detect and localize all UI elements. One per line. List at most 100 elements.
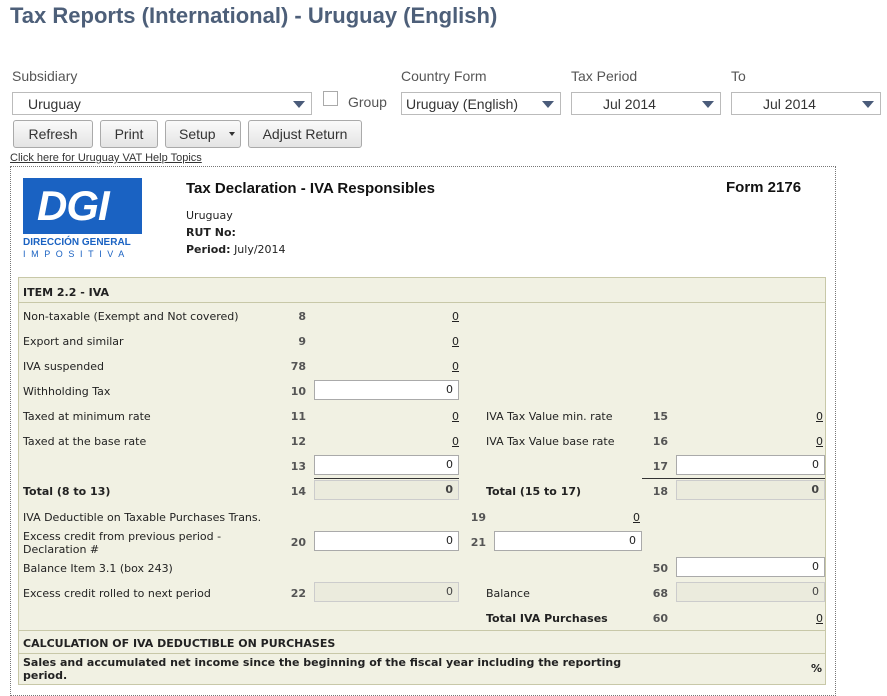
value-link[interactable]: 0: [429, 310, 459, 323]
period-value: July/2014: [234, 243, 286, 256]
box-number: 11: [290, 410, 306, 423]
box-number: 20: [290, 536, 306, 549]
box-number: 50: [652, 562, 668, 575]
box-13-input[interactable]: 0: [314, 455, 459, 475]
percent-sign: %: [811, 662, 823, 675]
row-label: Excess credit from previous period -: [23, 530, 222, 543]
setup-label: Setup: [179, 126, 216, 142]
period-label: Period:: [186, 243, 231, 256]
row-label: Balance Item 3.1 (box 243): [23, 562, 173, 575]
value-link[interactable]: 0: [793, 410, 823, 423]
box-number: 60: [652, 612, 668, 625]
country-form-select[interactable]: Uruguay (English): [401, 92, 561, 115]
chevron-down-icon: [542, 101, 554, 108]
row-label: IVA Tax Value base rate: [486, 435, 615, 448]
refresh-button[interactable]: Refresh: [13, 120, 93, 148]
box-number: 9: [298, 335, 306, 348]
row-label: Total (15 to 17): [486, 485, 582, 498]
row-label: Declaration #: [23, 543, 100, 556]
adjust-return-button[interactable]: Adjust Return: [248, 120, 362, 148]
country-text: Uruguay: [186, 209, 233, 222]
row-label: Non-taxable (Exempt and Not covered): [23, 310, 239, 323]
row-label: Taxed at the base rate: [23, 435, 147, 448]
row-label: IVA Deductible on Taxable Purchases Tran…: [23, 511, 262, 524]
logo-line1: DIRECCIÓN GENERAL: [23, 237, 131, 248]
value-link[interactable]: 0: [429, 335, 459, 348]
box-number: 22: [290, 587, 306, 600]
form-number: Form 2176: [726, 179, 802, 196]
row-label: Total IVA Purchases: [486, 612, 608, 625]
print-button[interactable]: Print: [100, 120, 158, 148]
row-label: IVA Tax Value min. rate: [486, 410, 613, 423]
row-label: Taxed at minimum rate: [23, 410, 151, 423]
value-link[interactable]: 0: [793, 612, 823, 625]
subsidiary-select[interactable]: Uruguay: [12, 92, 312, 115]
declaration-title: Tax Declaration - IVA Responsibles: [186, 180, 435, 197]
box-number: 10: [290, 385, 306, 398]
section-divider: [19, 302, 825, 303]
box-number: 78: [290, 360, 306, 373]
section-heading: ITEM 2.2 - IVA: [23, 286, 109, 299]
section-divider: [19, 630, 825, 631]
country-form-value: Uruguay (English): [406, 96, 519, 112]
group-checkbox[interactable]: [323, 91, 338, 106]
box-17-input[interactable]: 0: [676, 455, 825, 475]
subsidiary-value: Uruguay: [28, 96, 81, 112]
row-label: period.: [23, 669, 68, 682]
box-number: 12: [290, 435, 306, 448]
total-rule: [314, 478, 459, 479]
group-label: Group: [348, 94, 387, 110]
rolled-credit-value: 0: [314, 582, 459, 602]
total-18-value: 0: [676, 480, 825, 500]
balance-value: 0: [676, 582, 825, 602]
box-number: 14: [290, 485, 306, 498]
box-21-input[interactable]: 0: [494, 531, 642, 551]
box-number: 21: [470, 536, 486, 549]
row-label: Sales and accumulated net income since t…: [23, 656, 622, 669]
chevron-down-icon: [862, 101, 874, 108]
row-label: Balance: [486, 587, 530, 600]
tax-period-value: Jul 2014: [603, 96, 656, 112]
row-label: Total (8 to 13): [23, 485, 111, 498]
to-label: To: [731, 68, 746, 84]
section-heading: CALCULATION OF IVA DEDUCTIBLE ON PURCHAS…: [23, 637, 336, 650]
row-label: Excess credit rolled to next period: [23, 587, 211, 600]
tax-period-label: Tax Period: [571, 68, 638, 84]
value-link[interactable]: 0: [429, 435, 459, 448]
box-number: 16: [652, 435, 668, 448]
chevron-down-icon: [702, 101, 714, 108]
box-number: 68: [652, 587, 668, 600]
caret-down-icon: [229, 132, 235, 136]
row-label: Withholding Tax: [23, 385, 111, 398]
country-form-label: Country Form: [401, 68, 487, 84]
box-number: 13: [290, 460, 306, 473]
box-number: 17: [652, 460, 668, 473]
section-divider: [19, 653, 825, 654]
tax-period-select[interactable]: Jul 2014: [571, 92, 721, 115]
value-link[interactable]: 0: [429, 360, 459, 373]
excess-credit-input[interactable]: 0: [314, 531, 459, 551]
logo-letters: DGI: [37, 182, 110, 229]
to-period-select[interactable]: Jul 2014: [731, 92, 881, 115]
balance-item-input[interactable]: 0: [676, 557, 825, 577]
page-title: Tax Reports (International) - Uruguay (E…: [10, 3, 498, 28]
to-period-value: Jul 2014: [763, 96, 816, 112]
subsidiary-label: Subsidiary: [12, 68, 78, 84]
total-14-value: 0: [314, 480, 459, 500]
value-link[interactable]: 0: [429, 410, 459, 423]
logo-line2: IMPOSITIVA: [23, 249, 130, 259]
setup-button[interactable]: Setup: [165, 120, 241, 148]
chevron-down-icon: [293, 101, 305, 108]
dgi-logo: DGI: [23, 178, 142, 234]
row-label: IVA suspended: [23, 360, 104, 373]
period-line: Period: July/2014: [186, 243, 286, 256]
box-number: 19: [470, 511, 486, 524]
box-number: 18: [652, 485, 668, 498]
withholding-tax-input[interactable]: 0: [314, 380, 459, 400]
box-number: 8: [298, 310, 306, 323]
help-topics-link[interactable]: Click here for Uruguay VAT Help Topics: [10, 152, 202, 164]
total-rule: [642, 478, 825, 479]
value-link[interactable]: 0: [793, 435, 823, 448]
row-label: Export and similar: [23, 335, 124, 348]
value-link[interactable]: 0: [610, 511, 640, 524]
